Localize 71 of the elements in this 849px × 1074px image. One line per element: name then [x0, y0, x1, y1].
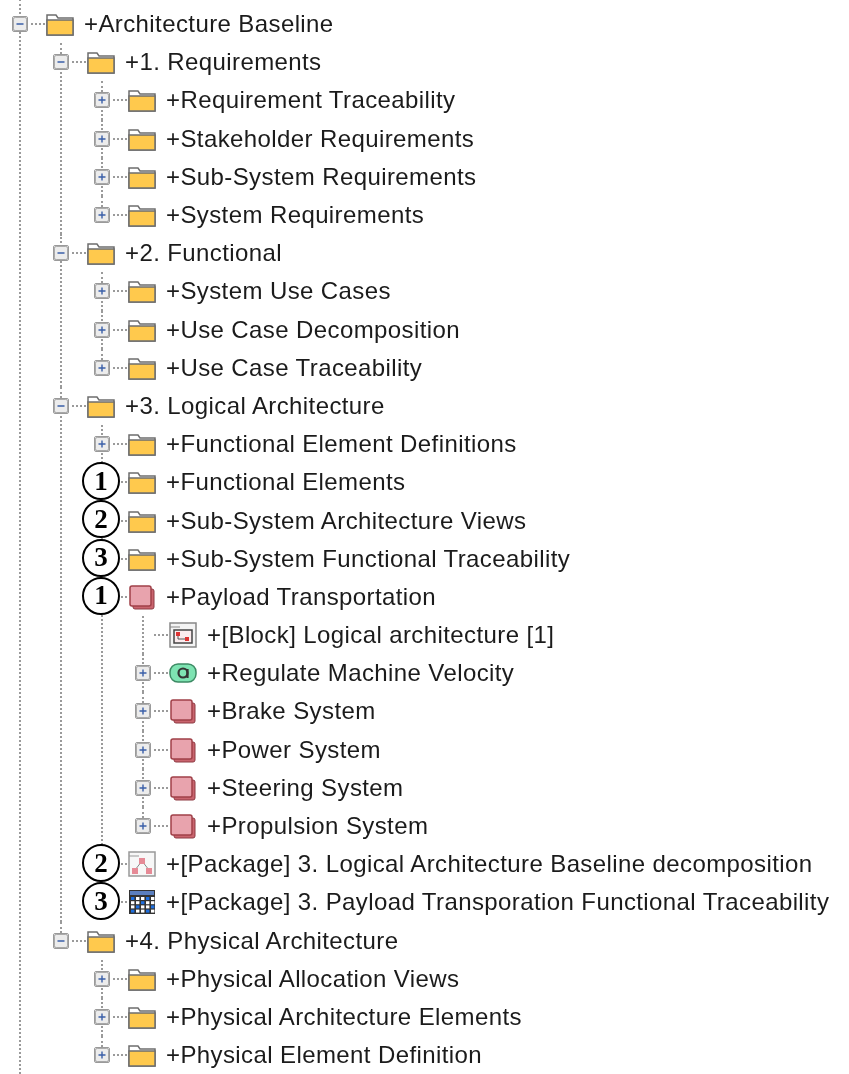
collapse-toggle[interactable] — [53, 245, 69, 262]
expand-toggle[interactable] — [94, 168, 110, 185]
expand-toggle[interactable] — [94, 92, 110, 109]
expand-toggle[interactable] — [135, 703, 151, 720]
callout-number: 3 — [82, 882, 120, 921]
expand-toggle[interactable] — [94, 321, 110, 338]
expand-toggle[interactable] — [135, 818, 151, 835]
tree-item-label[interactable]: +3. Logical Architecture — [125, 391, 385, 420]
folder-icon — [127, 87, 157, 114]
expand-toggle[interactable] — [94, 283, 110, 300]
tree-item-label[interactable]: +Stakeholder Requirements — [166, 124, 475, 153]
tree-item-label[interactable]: +Brake System — [207, 697, 376, 726]
block-icon — [168, 698, 198, 725]
collapse-toggle[interactable] — [12, 16, 28, 33]
tree-item-label[interactable]: +Requirement Traceability — [166, 86, 456, 115]
folder-icon — [127, 469, 157, 496]
tree-item-label[interactable]: +Use Case Traceability — [166, 353, 423, 382]
tree-item-label[interactable]: +Physical Allocation Views — [166, 964, 460, 993]
tree-item-label[interactable]: +4. Physical Architecture — [125, 926, 399, 955]
tree-item-label[interactable]: +Sub-System Functional Traceability — [166, 544, 571, 573]
tree-item-label[interactable]: +Architecture Baseline — [84, 10, 334, 39]
folder-icon — [127, 278, 157, 305]
folder-icon — [127, 431, 157, 458]
collapse-toggle[interactable] — [53, 54, 69, 71]
expand-toggle[interactable] — [94, 130, 110, 147]
expand-toggle[interactable] — [94, 970, 110, 987]
callout-number: 1 — [82, 576, 120, 615]
tree-item-label[interactable]: +Propulsion System — [207, 812, 429, 841]
expand-toggle[interactable] — [135, 741, 151, 758]
expand-toggle[interactable] — [94, 1047, 110, 1064]
tree-item-label[interactable]: +[Block] Logical architecture [1] — [207, 621, 555, 650]
matrix-icon — [127, 889, 157, 916]
tree-item-label[interactable]: +Payload Transportation — [166, 582, 437, 611]
callout-number: 2 — [82, 844, 120, 883]
tree-item-label[interactable]: +Physical Element Definition — [166, 1041, 483, 1070]
block-icon — [127, 583, 157, 610]
tree-item-label[interactable]: +[Package] 3. Payload Transporation Functional Traceability — [166, 888, 830, 917]
folder-icon — [86, 49, 116, 76]
tree-item-label[interactable]: +Physical Architecture Elements — [166, 1002, 522, 1031]
folder-icon — [127, 202, 157, 229]
tree-item-label[interactable]: +Functional Elements — [166, 468, 406, 497]
expand-toggle[interactable] — [135, 665, 151, 682]
tree-item-label[interactable]: +System Requirements — [166, 201, 425, 230]
callout-number: 2 — [82, 500, 120, 539]
callout-number: 1 — [82, 462, 120, 501]
tree-item-label[interactable]: +System Use Cases — [166, 277, 391, 306]
block-icon — [168, 774, 198, 801]
folder-icon — [86, 240, 116, 267]
folder-icon — [127, 1042, 157, 1069]
expand-toggle[interactable] — [94, 207, 110, 224]
tree-item-label[interactable]: +Sub-System Requirements — [166, 162, 477, 191]
block-icon — [168, 813, 198, 840]
diagram-icon — [168, 622, 198, 649]
tree-item-label[interactable]: +1. Requirements — [125, 48, 322, 77]
tree-item-label[interactable]: +[Package] 3. Logical Architecture Baseline decomposition — [166, 850, 813, 879]
tree-item-label[interactable]: +Regulate Machine Velocity — [207, 659, 515, 688]
callout-number: 3 — [82, 538, 120, 577]
collapse-toggle[interactable] — [53, 932, 69, 949]
tree-item-label[interactable]: +Use Case Decomposition — [166, 315, 460, 344]
tree-item-label[interactable]: +Functional Element Definitions — [166, 430, 517, 459]
expand-toggle[interactable] — [94, 436, 110, 453]
block-icon — [168, 736, 198, 763]
tree-item-label[interactable]: +Sub-System Architecture Views — [166, 506, 527, 535]
expand-toggle[interactable] — [135, 779, 151, 796]
collapse-toggle[interactable] — [53, 397, 69, 414]
tree-item-label[interactable]: +2. Functional — [125, 239, 283, 268]
expand-toggle[interactable] — [94, 1008, 110, 1025]
expand-toggle[interactable] — [94, 359, 110, 376]
tree-item-label[interactable]: +Steering System — [207, 773, 404, 802]
folder-icon — [45, 11, 75, 38]
tree-item-label[interactable]: +Power System — [207, 735, 381, 764]
